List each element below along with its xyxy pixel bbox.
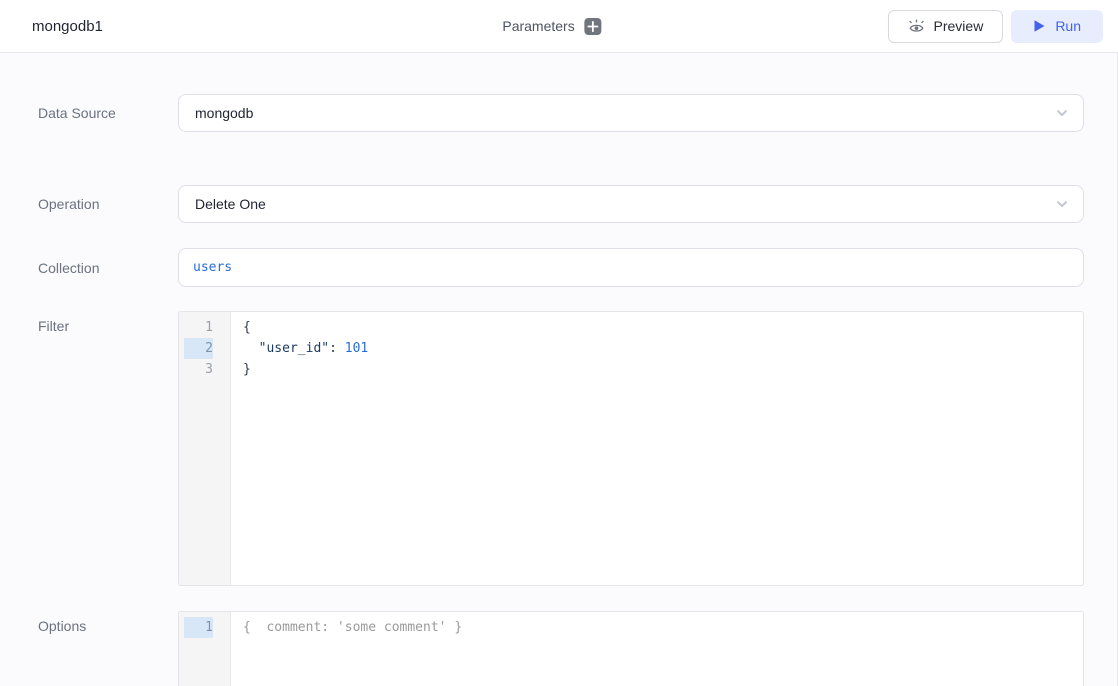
options-placeholder: { comment: 'some comment' } xyxy=(243,620,462,635)
collection-input[interactable]: users xyxy=(178,248,1084,287)
eye-icon xyxy=(908,19,925,34)
run-button-label: Run xyxy=(1055,18,1081,34)
filter-label: Filter xyxy=(38,311,178,334)
preview-button-label: Preview xyxy=(934,18,984,34)
line-number-active: 2 xyxy=(184,338,213,359)
filter-code-area[interactable]: { "user_id": 101 } xyxy=(231,312,1083,585)
filter-row: Filter 1 2 3 { "user_id": 101 } xyxy=(38,311,1084,586)
options-row: Options 1 { comment: 'some comment' } xyxy=(38,611,1084,686)
code-indent xyxy=(243,341,259,356)
query-header: mongodb1 Parameters Preview Run xyxy=(0,0,1118,53)
options-code-area[interactable]: { comment: 'some comment' } xyxy=(231,612,1083,686)
chevron-down-icon xyxy=(1054,105,1070,121)
parameters-section: Parameters xyxy=(502,0,601,52)
data-source-label: Data Source xyxy=(38,105,178,121)
add-parameter-button[interactable] xyxy=(585,18,602,35)
header-actions: Preview Run xyxy=(888,10,1103,43)
preview-button[interactable]: Preview xyxy=(888,10,1004,43)
data-source-select[interactable]: mongodb xyxy=(178,94,1084,132)
operation-row: Operation Delete One xyxy=(38,185,1084,223)
collection-label: Collection xyxy=(38,260,178,276)
code-token-key: "user_id" xyxy=(259,341,329,356)
options-code-editor[interactable]: 1 { comment: 'some comment' } xyxy=(178,611,1084,686)
code-token-value: 101 xyxy=(345,341,368,356)
options-label: Options xyxy=(38,611,178,634)
filter-code-editor[interactable]: 1 2 3 { "user_id": 101 } xyxy=(178,311,1084,586)
parameters-label: Parameters xyxy=(502,18,574,34)
operation-select[interactable]: Delete One xyxy=(178,185,1084,223)
operation-label: Operation xyxy=(38,196,178,212)
code-token-separator: : xyxy=(329,341,345,356)
collection-row: Collection users xyxy=(38,248,1084,287)
run-button[interactable]: Run xyxy=(1011,10,1103,43)
options-editor-gutter: 1 xyxy=(179,612,231,686)
play-icon xyxy=(1033,19,1046,33)
code-token: } xyxy=(243,362,251,377)
data-source-value: mongodb xyxy=(195,105,253,121)
line-number: 3 xyxy=(184,359,213,380)
query-editor-form: Data Source mongodb Operation Delete One… xyxy=(0,53,1118,686)
plus-icon xyxy=(588,21,599,32)
data-source-row: Data Source mongodb xyxy=(38,94,1084,132)
operation-value: Delete One xyxy=(195,196,266,212)
line-number-active: 1 xyxy=(184,617,213,638)
code-token: { xyxy=(243,320,251,335)
chevron-down-icon xyxy=(1054,196,1070,212)
filter-editor-gutter: 1 2 3 xyxy=(179,312,231,585)
query-title: mongodb1 xyxy=(32,18,103,35)
collection-value: users xyxy=(193,260,232,275)
line-number: 1 xyxy=(184,317,213,338)
